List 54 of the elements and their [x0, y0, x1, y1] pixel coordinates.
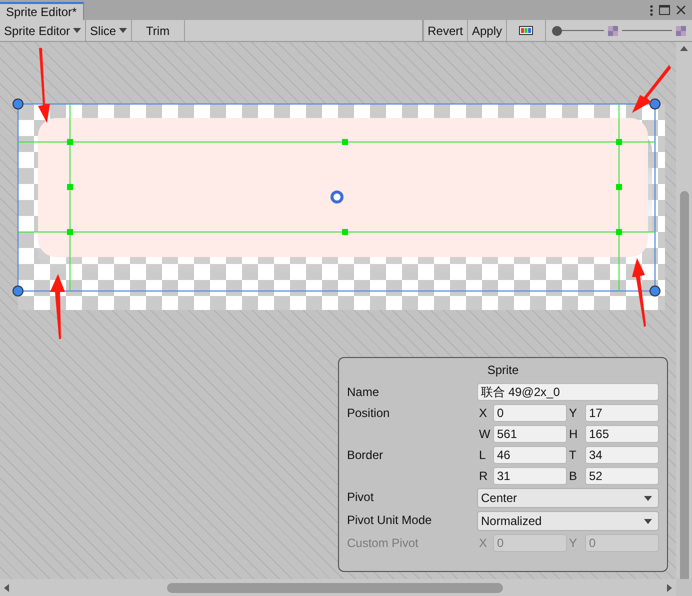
axis-label: Y: [568, 405, 578, 422]
axis-label: X: [478, 405, 488, 422]
more-options-icon[interactable]: [650, 4, 653, 16]
field-label: Pivot Unit Mode: [347, 512, 433, 529]
pivot-handle[interactable]: [330, 190, 344, 204]
axis-label: H: [568, 426, 579, 443]
number-field[interactable]: 561: [493, 425, 567, 443]
axis-label: Y: [568, 535, 578, 552]
number-field: 0: [585, 534, 659, 552]
editor-tab[interactable]: Sprite Editor*: [0, 2, 84, 20]
dropdown-field[interactable]: Center: [477, 488, 659, 508]
annotation-arrow: [632, 258, 646, 327]
caret-icon: [644, 496, 652, 500]
number-field[interactable]: 17: [585, 404, 659, 422]
checker-icon: [608, 26, 618, 36]
caret-icon: [119, 28, 128, 33]
slider-thumb[interactable]: [552, 26, 562, 36]
annotation-arrow: [632, 65, 671, 113]
scrollbar-thumb[interactable]: [167, 582, 503, 592]
corner-handle[interactable]: [12, 286, 24, 296]
color-channels-icon: [519, 26, 533, 35]
field-label: Pivot: [347, 489, 375, 506]
axis-label: B: [568, 468, 578, 485]
checker-icon: [676, 26, 686, 36]
panel-title: Sprite: [486, 362, 520, 379]
scroll-right-icon[interactable]: [667, 584, 672, 592]
annotation-arrow: [50, 274, 65, 339]
scroll-up-icon[interactable]: [680, 46, 688, 51]
scroll-left-icon[interactable]: [4, 584, 9, 592]
number-field[interactable]: 31: [493, 467, 567, 485]
field-label: Custom Pivot: [347, 535, 420, 552]
corner-handle[interactable]: [650, 98, 660, 110]
close-icon[interactable]: [676, 5, 686, 15]
maximize-icon[interactable]: [659, 5, 670, 15]
field-label: Border: [347, 447, 384, 464]
axis-label: L: [478, 447, 487, 464]
axis-label: T: [568, 447, 578, 464]
number-field[interactable]: 165: [585, 425, 659, 443]
number-field[interactable]: 34: [585, 446, 659, 464]
dropdown-field[interactable]: Normalized: [477, 511, 659, 531]
number-field: 0: [493, 534, 567, 552]
number-field[interactable]: 0: [493, 404, 567, 422]
field-label: Name: [347, 384, 380, 401]
caret-icon: [644, 518, 652, 524]
scrollbar-thumb[interactable]: [680, 191, 688, 579]
axis-label: R: [478, 468, 489, 485]
corner-handle[interactable]: [12, 98, 24, 110]
axis-label: W: [478, 426, 492, 443]
caret-icon: [73, 28, 82, 33]
name-field[interactable]: 联合 49@2x_0: [477, 383, 659, 401]
field-label: Position: [347, 405, 391, 422]
number-field[interactable]: 52: [585, 467, 659, 485]
axis-label: X: [478, 535, 488, 552]
number-field[interactable]: 46: [493, 446, 567, 464]
